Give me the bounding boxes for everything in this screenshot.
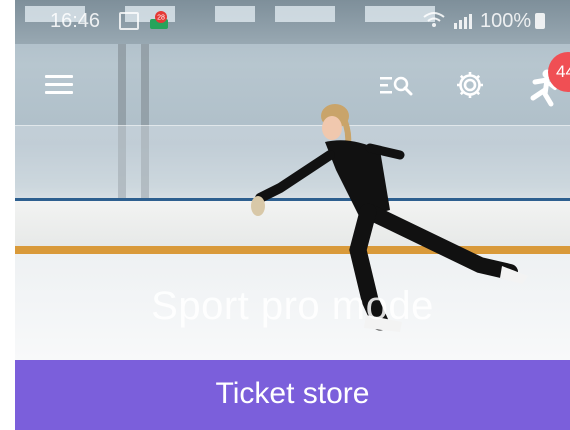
status-notif-count: 28	[157, 15, 165, 22]
search-list-icon[interactable]	[380, 74, 414, 96]
hero-headline: Sport pro mode	[151, 284, 434, 328]
status-bar: 16:46 28 100%	[15, 0, 570, 42]
app-screen: 16:46 28 100% 4 Sport pro mode Ticket st…	[15, 0, 570, 430]
battery-percent: 100%	[480, 10, 532, 32]
notification-badge-icon: 28	[150, 11, 168, 29]
status-time: 16:46	[50, 10, 101, 32]
gear-icon[interactable]	[455, 70, 485, 100]
ticket-store-button[interactable]: Ticket store	[15, 360, 570, 430]
wifi-signal-icon	[423, 12, 472, 29]
battery-icon	[535, 13, 545, 29]
image-notification-icon	[119, 12, 139, 30]
menu-icon[interactable]	[45, 75, 73, 95]
